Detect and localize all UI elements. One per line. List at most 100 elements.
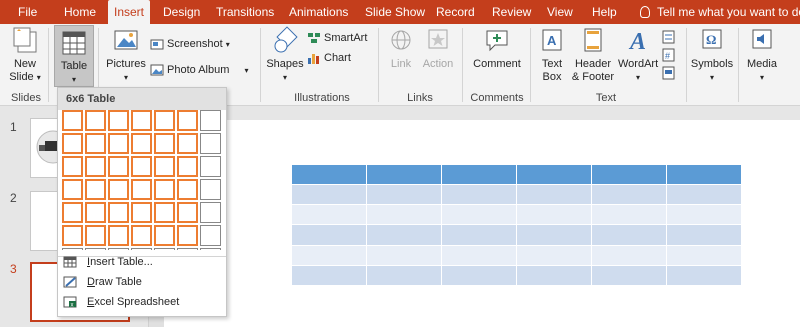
slide-table-cell[interactable] <box>366 264 442 287</box>
text-box-button[interactable]: A Text Box <box>536 26 568 84</box>
table-grid-cell-selected[interactable] <box>177 156 198 177</box>
screenshot-button[interactable]: Screenshot ▾ <box>150 36 230 52</box>
media-button[interactable]: Media ▾ <box>744 26 780 84</box>
slide-table-cell[interactable] <box>441 264 517 287</box>
slide-table-cell[interactable] <box>516 224 592 246</box>
slide-table-cell[interactable] <box>516 184 592 206</box>
table-grid-cell[interactable] <box>108 248 129 250</box>
link-button[interactable]: Link <box>384 26 418 71</box>
table-grid-cell-selected[interactable] <box>154 225 175 246</box>
slide-table-cell[interactable] <box>591 163 667 186</box>
slide-table-cell[interactable] <box>366 163 442 186</box>
table-grid-cell-selected[interactable] <box>108 202 129 223</box>
slide-table-cell[interactable] <box>516 244 592 266</box>
table-grid-cell-selected[interactable] <box>62 156 83 177</box>
slide-table-cell[interactable] <box>591 264 667 287</box>
tab-transitions[interactable]: Transitions <box>212 0 278 24</box>
table-grid-cell-selected[interactable] <box>85 156 106 177</box>
tab-record[interactable]: Record <box>432 0 479 24</box>
tell-me-search[interactable]: Tell me what you want to do <box>640 0 800 24</box>
table-grid-cell[interactable] <box>200 156 221 177</box>
tab-design[interactable]: Design <box>159 0 204 24</box>
slide-table-cell[interactable] <box>666 204 742 226</box>
table-grid-cell[interactable] <box>200 225 221 246</box>
table-grid-cell[interactable] <box>62 248 83 250</box>
table-grid-cell[interactable] <box>177 248 198 250</box>
table-grid-cell-selected[interactable] <box>85 225 106 246</box>
slide-table-cell[interactable] <box>366 184 442 206</box>
slide-table-cell[interactable] <box>591 244 667 266</box>
table-grid-cell-selected[interactable] <box>108 225 129 246</box>
slide-table-cell[interactable] <box>666 244 742 266</box>
smartart-button[interactable]: SmartArt <box>307 30 367 46</box>
slide-table-cell[interactable] <box>591 224 667 246</box>
slide-table-cell[interactable] <box>291 184 367 206</box>
table-grid-cell[interactable] <box>200 179 221 200</box>
tab-help[interactable]: Help <box>588 0 621 24</box>
table-grid-cell[interactable] <box>200 248 221 250</box>
slide-table-cell[interactable] <box>441 163 517 186</box>
table-grid-cell-selected[interactable] <box>62 225 83 246</box>
table-grid-cell-selected[interactable] <box>62 202 83 223</box>
photo-album-button[interactable]: Photo Album ▾ <box>150 62 248 78</box>
slide-table-cell[interactable] <box>666 264 742 287</box>
shapes-button[interactable]: Shapes ▾ <box>266 26 304 84</box>
slide-table-cell[interactable] <box>516 264 592 287</box>
table-grid-cell[interactable] <box>200 202 221 223</box>
table-grid-cell-selected[interactable] <box>177 110 198 131</box>
table-grid-cell-selected[interactable] <box>62 110 83 131</box>
chart-button[interactable]: Chart <box>307 50 351 66</box>
slide-table-cell[interactable] <box>516 163 592 186</box>
table-grid-cell-selected[interactable] <box>177 225 198 246</box>
table-grid-cell-selected[interactable] <box>154 133 175 154</box>
slide-table-cell[interactable] <box>516 204 592 226</box>
tab-review[interactable]: Review <box>488 0 535 24</box>
slide-table-cell[interactable] <box>291 163 367 186</box>
header-footer-button[interactable]: Header & Footer <box>570 26 616 84</box>
table-grid-cell-selected[interactable] <box>108 110 129 131</box>
slide-table-cell[interactable] <box>441 244 517 266</box>
tab-file[interactable]: File <box>14 0 41 24</box>
slide-table-cell[interactable] <box>666 224 742 246</box>
slide-table-cell[interactable] <box>441 224 517 246</box>
slide-table-cell[interactable] <box>291 204 367 226</box>
action-button[interactable]: Action <box>420 26 456 71</box>
tab-view[interactable]: View <box>543 0 577 24</box>
table-grid-cell-selected[interactable] <box>85 179 106 200</box>
table-grid-cell-selected[interactable] <box>62 179 83 200</box>
table-grid-cell[interactable] <box>131 248 152 250</box>
table-grid-cell-selected[interactable] <box>177 179 198 200</box>
slide-table-cell[interactable] <box>666 163 742 186</box>
table-grid-cell-selected[interactable] <box>85 202 106 223</box>
table-grid-cell-selected[interactable] <box>154 110 175 131</box>
comment-button[interactable]: Comment <box>468 26 526 71</box>
slide-table-cell[interactable] <box>366 204 442 226</box>
table-grid-cell-selected[interactable] <box>62 133 83 154</box>
table-grid-cell-selected[interactable] <box>85 133 106 154</box>
table-button[interactable]: Table ▾ <box>54 25 94 87</box>
table-grid-cell-selected[interactable] <box>131 202 152 223</box>
wordart-button[interactable]: A WordArt ▾ <box>618 26 658 84</box>
tab-home[interactable]: Home <box>60 0 100 24</box>
table-grid-cell-selected[interactable] <box>131 110 152 131</box>
slide-table-cell[interactable] <box>291 264 367 287</box>
slide-table-cell[interactable] <box>366 244 442 266</box>
table-grid-cell[interactable] <box>200 133 221 154</box>
table-grid-cell[interactable] <box>200 110 221 131</box>
tab-slide-show[interactable]: Slide Show <box>361 0 429 24</box>
table-grid-cell-selected[interactable] <box>177 202 198 223</box>
slide-table-cell[interactable] <box>366 224 442 246</box>
slide-table-cell[interactable] <box>441 204 517 226</box>
insert-table-item[interactable]: Insert Table... <box>63 253 153 271</box>
symbols-button[interactable]: Ω Symbols ▾ <box>690 26 734 84</box>
table-grid-cell-selected[interactable] <box>131 179 152 200</box>
table-grid-cell-selected[interactable] <box>154 156 175 177</box>
slide-table-cell[interactable] <box>591 184 667 206</box>
table-grid-cell-selected[interactable] <box>85 110 106 131</box>
tab-insert[interactable]: Insert <box>108 0 151 24</box>
excel-spreadsheet-item[interactable]: x Excel Spreadsheet <box>63 293 179 311</box>
table-grid-cell-selected[interactable] <box>131 156 152 177</box>
new-slide-button[interactable]: New Slide ▾ <box>6 26 44 84</box>
table-grid-cell-selected[interactable] <box>108 133 129 154</box>
table-grid-cell-selected[interactable] <box>177 133 198 154</box>
